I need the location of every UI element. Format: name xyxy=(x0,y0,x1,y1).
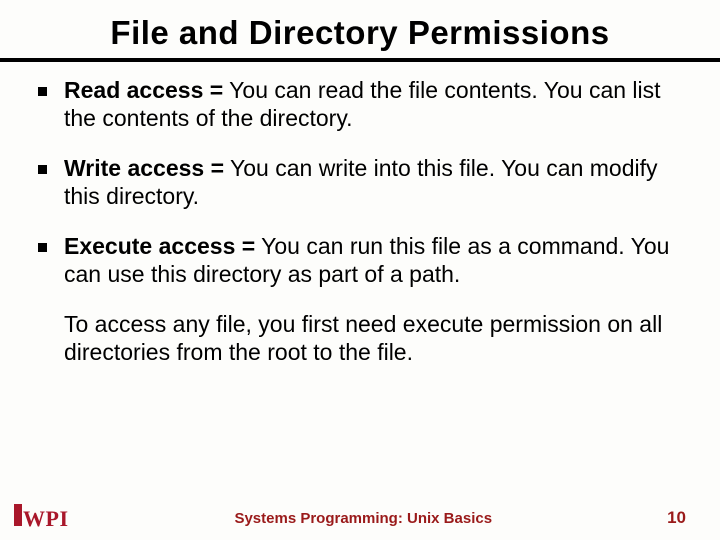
bullet-item: Read access = You can read the file cont… xyxy=(34,76,686,132)
closing-paragraph: To access any file, you first need execu… xyxy=(28,310,692,366)
logo-text: WPI xyxy=(23,506,69,532)
footer: WPI Systems Programming: Unix Basics 10 xyxy=(0,504,720,532)
bullet-item: Write access = You can write into this f… xyxy=(34,154,686,210)
bullet-list: Read access = You can read the file cont… xyxy=(28,76,692,288)
slide: File and Directory Permissions Read acce… xyxy=(0,0,720,540)
bullet-term: Execute access = xyxy=(64,233,255,259)
page-number: 10 xyxy=(658,508,686,528)
logo: WPI xyxy=(14,504,69,532)
bullet-term: Read access = xyxy=(64,77,223,103)
bullet-item: Execute access = You can run this file a… xyxy=(34,232,686,288)
slide-title: File and Directory Permissions xyxy=(28,14,692,52)
bullet-term: Write access = xyxy=(64,155,224,181)
title-rule xyxy=(0,58,720,62)
logo-mark xyxy=(14,504,22,526)
footer-course: Systems Programming: Unix Basics xyxy=(69,510,659,527)
